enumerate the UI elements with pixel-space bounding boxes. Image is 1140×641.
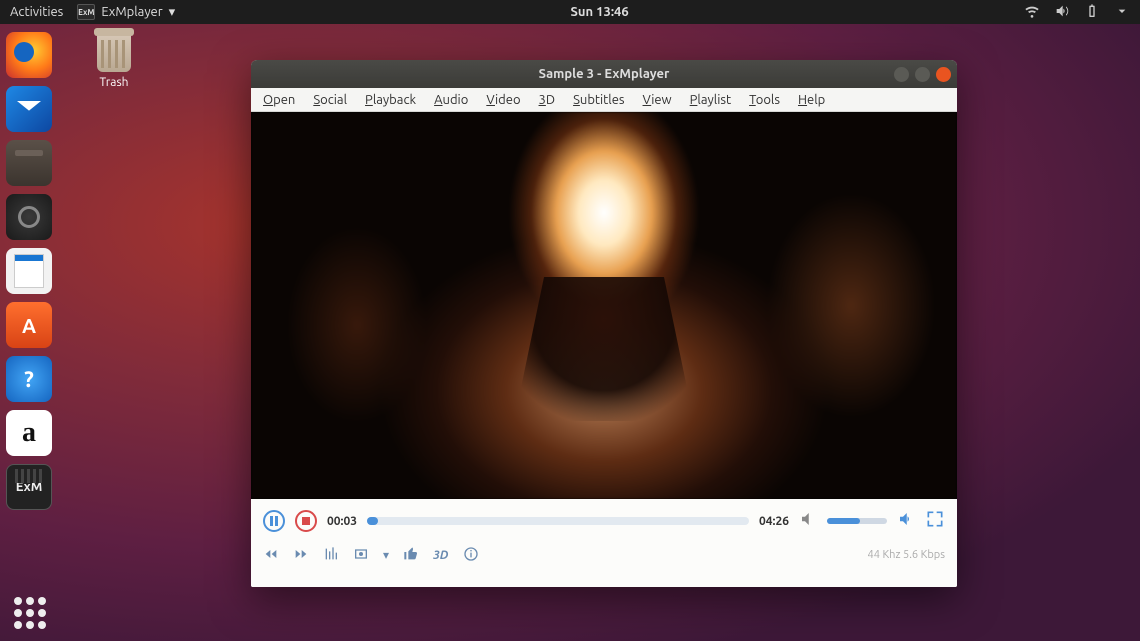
rewind-button[interactable] [263, 546, 279, 565]
video-canvas[interactable] [251, 112, 957, 499]
player-controls: 00:03 04:26 ▾ 3D 44 Khz 5.6 Kbps [251, 499, 957, 587]
menu-audio[interactable]: Audio [434, 93, 468, 107]
fullscreen-button[interactable] [925, 509, 945, 533]
menu-help[interactable]: Help [798, 93, 825, 107]
thunderbird-launcher[interactable] [6, 86, 52, 132]
menu-3d[interactable]: 3D [539, 93, 556, 107]
volume-up-button[interactable] [897, 510, 915, 532]
pause-button[interactable] [263, 510, 285, 532]
screenshot-button[interactable] [353, 546, 369, 565]
show-applications-button[interactable] [14, 597, 46, 629]
elapsed-time: 00:03 [327, 515, 357, 528]
forward-button[interactable] [293, 546, 309, 565]
stream-status: 44 Khz 5.6 Kbps [868, 549, 945, 561]
trash-desktop-icon[interactable]: Trash [86, 32, 142, 89]
menu-video[interactable]: Video [486, 93, 520, 107]
power-menu-icon[interactable] [1114, 3, 1130, 22]
window-title: Sample 3 - ExMplayer [539, 67, 670, 81]
dock [0, 24, 58, 641]
menu-subtitles[interactable]: Subtitles [573, 93, 624, 107]
battery-icon[interactable] [1084, 3, 1100, 22]
exmplayer-launcher[interactable] [6, 464, 52, 510]
files-launcher[interactable] [6, 140, 52, 186]
app-menu[interactable]: ExM ExMplayer ▾ [77, 4, 175, 20]
seek-slider[interactable] [367, 517, 749, 525]
app-menu-label: ExMplayer [101, 5, 162, 19]
menu-tools[interactable]: Tools [749, 93, 780, 107]
clock[interactable]: Sun 13:46 [175, 5, 1024, 19]
volume-icon[interactable] [1054, 3, 1070, 22]
info-button[interactable] [463, 546, 479, 565]
close-button[interactable] [936, 67, 951, 82]
minimize-button[interactable] [894, 67, 909, 82]
exmplayer-window: Sample 3 - ExMplayer Open Social Playbac… [251, 60, 957, 587]
mute-button[interactable] [799, 510, 817, 532]
menu-playlist[interactable]: Playlist [690, 93, 731, 107]
menu-open[interactable]: Open [263, 93, 295, 107]
wifi-icon[interactable] [1024, 3, 1040, 22]
maximize-button[interactable] [915, 67, 930, 82]
menubar: Open Social Playback Audio Video 3D Subt… [251, 88, 957, 112]
trash-icon [97, 32, 131, 72]
libreoffice-writer-launcher[interactable] [6, 248, 52, 294]
trash-label: Trash [86, 76, 142, 89]
3d-button[interactable]: 3D [433, 549, 448, 562]
rhythmbox-launcher[interactable] [6, 194, 52, 240]
firefox-launcher[interactable] [6, 32, 52, 78]
thumbs-up-button[interactable] [403, 546, 419, 565]
ubuntu-software-launcher[interactable] [6, 302, 52, 348]
menu-view[interactable]: View [643, 93, 672, 107]
window-titlebar[interactable]: Sample 3 - ExMplayer [251, 60, 957, 88]
equalizer-button[interactable] [323, 546, 339, 565]
gnome-topbar: Activities ExM ExMplayer ▾ Sun 13:46 [0, 0, 1140, 24]
exmplayer-indicator-icon: ExM [77, 4, 95, 20]
chevron-down-icon[interactable]: ▾ [383, 548, 389, 562]
volume-slider[interactable] [827, 518, 887, 524]
menu-social[interactable]: Social [313, 93, 347, 107]
help-launcher[interactable] [6, 356, 52, 402]
menu-playback[interactable]: Playback [365, 93, 416, 107]
activities-button[interactable]: Activities [10, 5, 63, 19]
video-frame-content [251, 112, 957, 499]
stop-button[interactable] [295, 510, 317, 532]
amazon-launcher[interactable] [6, 410, 52, 456]
total-time: 04:26 [759, 515, 789, 528]
